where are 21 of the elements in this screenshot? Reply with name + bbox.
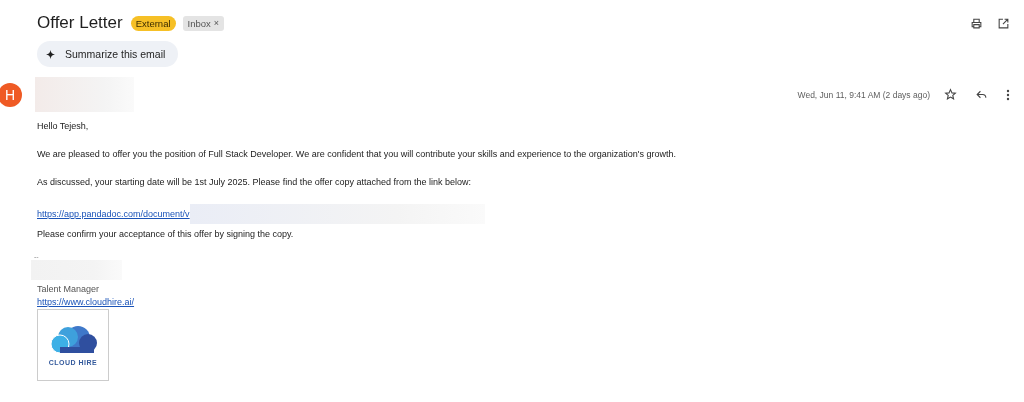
email-paragraph: We are pleased to offer you the position of Full Stack Developer. We are confident that you will contribute your skills and experience to the organization's growth.: [37, 148, 677, 160]
print-icon[interactable]: [970, 16, 983, 30]
document-link[interactable]: https://app.pandadoc.com/document/v: [37, 208, 190, 220]
star-icon[interactable]: [944, 88, 957, 101]
signature-title: Talent Manager: [37, 284, 101, 294]
sender-avatar: H: [0, 82, 22, 107]
email-paragraph: Hello Tejesh,: [37, 120, 89, 132]
external-label: External: [130, 15, 176, 31]
cloud-icon: [48, 324, 98, 355]
email-date: Wed, Jun 11, 9:41 AM (2 days ago): [797, 89, 930, 100]
summarize-button[interactable]: Summarize this email: [37, 41, 179, 67]
inbox-label[interactable]: Inbox ×: [182, 15, 225, 31]
sparkle-icon: [46, 49, 55, 59]
open-in-new-window-icon[interactable]: [997, 16, 1010, 30]
website-link[interactable]: https://www.cloudhire.ai/: [37, 297, 135, 307]
more-options-icon[interactable]: [1006, 88, 1010, 101]
email-subject: Offer Letter: [37, 13, 123, 33]
email-paragraph: As discussed, your starting date will be 1st July 2025. Please find the offer copy attached from the link below:: [37, 176, 472, 188]
remove-label-icon[interactable]: ×: [213, 18, 220, 28]
reply-icon[interactable]: [975, 88, 988, 101]
email-paragraph: Please confirm your acceptance of this offer by signing the copy.: [37, 228, 294, 240]
